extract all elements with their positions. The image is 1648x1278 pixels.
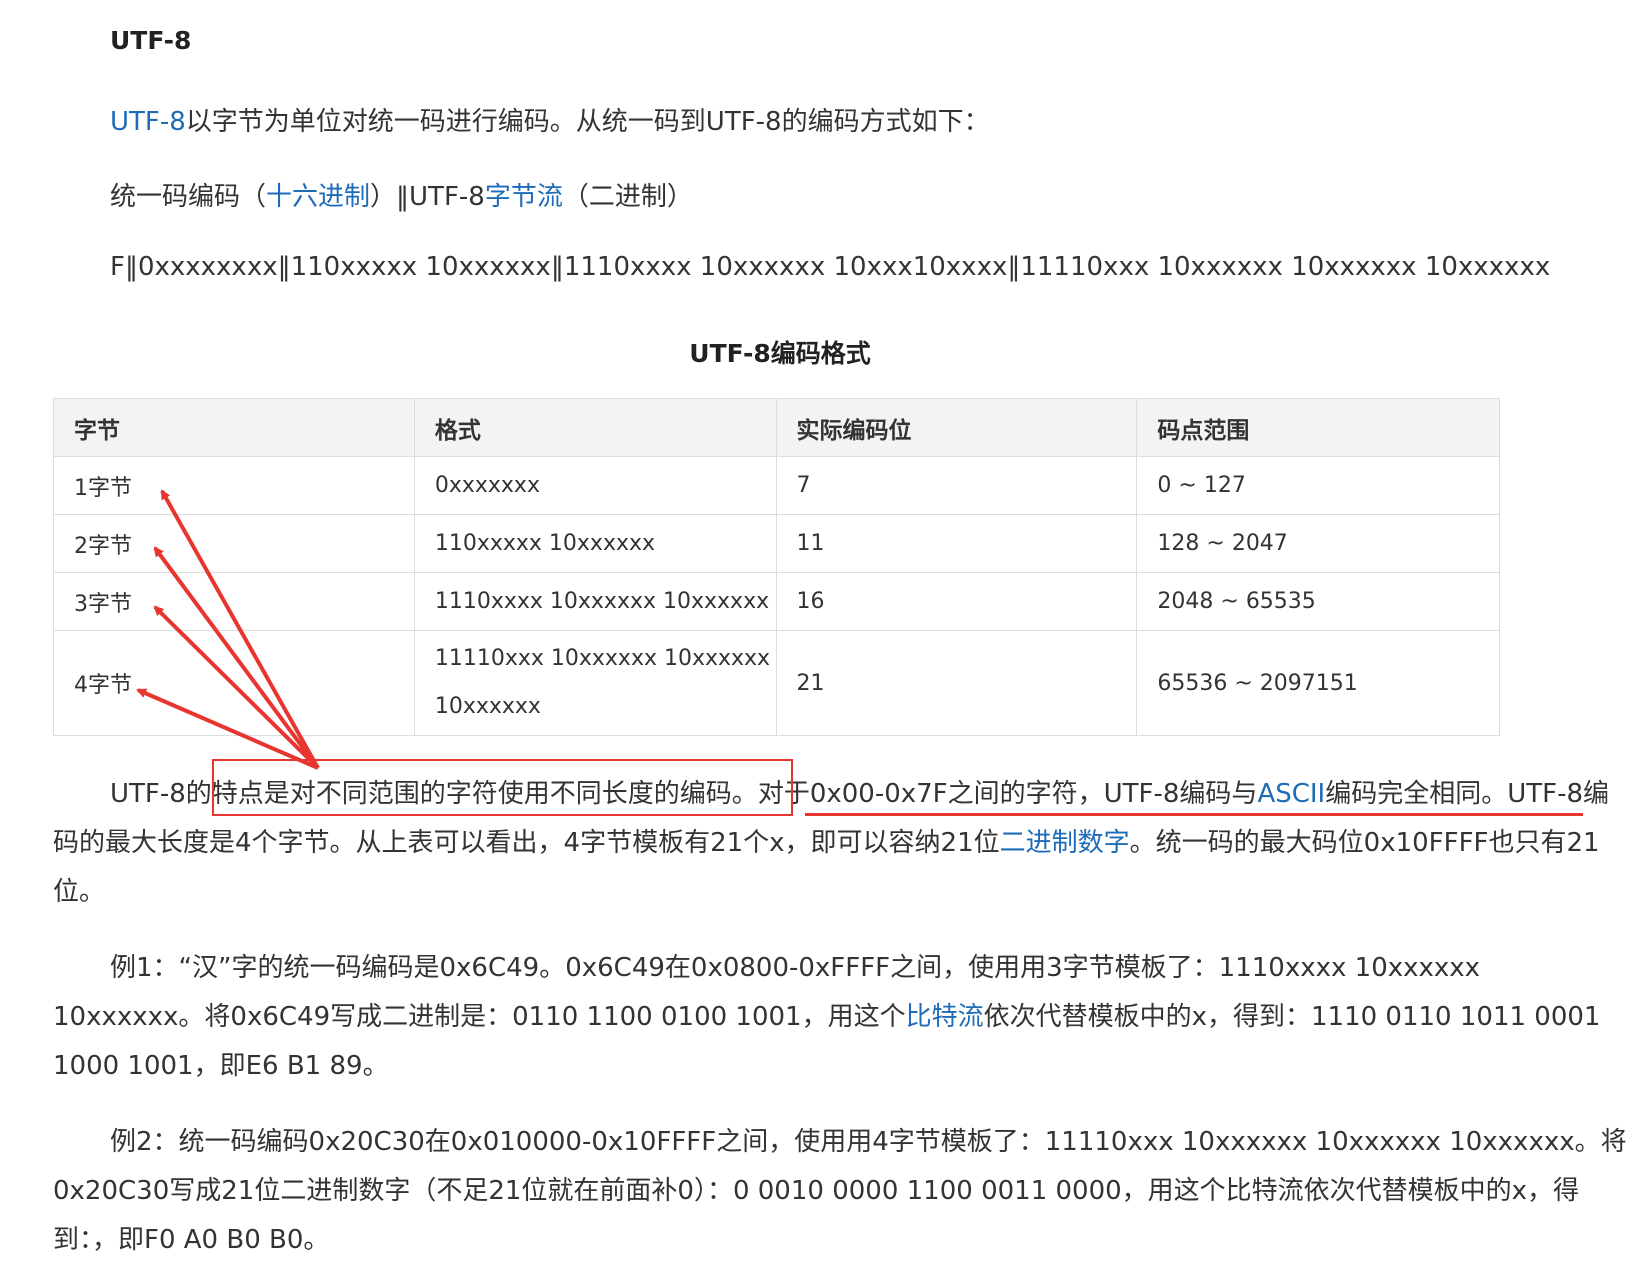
header-range: 码点范围 xyxy=(1136,398,1500,457)
ascii-link[interactable]: ASCII xyxy=(1257,779,1325,809)
cell-bits: 21 xyxy=(775,630,1138,736)
annotation-underline xyxy=(805,813,1583,816)
header-bytes: 字节 xyxy=(53,398,415,457)
legend-mid: ）‖UTF-8 xyxy=(370,182,485,212)
legend-paragraph: 统一码编码（十六进制）‖UTF-8字节流（二进制） xyxy=(110,176,693,213)
paragraph-example-1: 例1：“汉”字的统一码编码是0x6C49。0x6C49在0x0800-0xFFF… xyxy=(53,944,1633,1091)
table-caption: UTF-8编码格式 xyxy=(689,339,871,368)
cell-bytes: 2字节 xyxy=(53,514,415,573)
cell-bytes: 3字节 xyxy=(53,572,415,631)
intro-text: 以字节为单位对统一码进行编码。从统一码到UTF-8的编码方式如下： xyxy=(185,107,990,137)
section-heading: UTF-8 xyxy=(110,26,192,55)
para1-underlined-post: 编码完全相同。 xyxy=(1325,779,1508,809)
cell-format: 110xxxxx 10xxxxxx xyxy=(413,514,777,573)
cell-format: 1110xxxx 10xxxxxx 10xxxxxx xyxy=(413,572,777,631)
example2-text: 例2：统一码编码0x20C30在0x010000-0x10FFFF之间，使用用4… xyxy=(53,1127,1627,1255)
table-header-row: 字节 格式 实际编码位 码点范围 xyxy=(53,398,1500,457)
annotation-highlight-box xyxy=(212,759,793,816)
cell-bytes: 4字节 xyxy=(53,630,415,736)
binary-digits-link[interactable]: 二进制数字 xyxy=(1000,828,1130,858)
legend-pre: 统一码编码（ xyxy=(110,182,267,212)
cell-bits: 7 xyxy=(775,456,1138,515)
para1-underlined-text: 对于0x00-0x7F之间的字符，UTF-8编码与 xyxy=(757,779,1258,809)
bitstream-link[interactable]: 比特流 xyxy=(906,1002,984,1032)
header-bits: 实际编码位 xyxy=(775,398,1138,457)
utf8-format-table: 字节 格式 实际编码位 码点范围 1字节 0xxxxxxx 7 0 ~ 127 … xyxy=(53,398,1500,736)
cell-range: 65536 ~ 2097151 xyxy=(1136,630,1500,736)
paragraph-example-2: 例2：统一码编码0x20C30在0x010000-0x10FFFF之间，使用用4… xyxy=(53,1118,1633,1265)
para1-pre: UTF-8的 xyxy=(110,779,212,809)
header-format: 格式 xyxy=(413,398,777,457)
cell-format: 0xxxxxxx xyxy=(413,456,777,515)
cell-bits: 11 xyxy=(775,514,1138,573)
hex-link[interactable]: 十六进制 xyxy=(266,182,370,212)
cell-format: 11110xxx 10xxxxxx 10xxxxxx 10xxxxxx xyxy=(413,630,777,736)
intro-paragraph: UTF-8以字节为单位对统一码进行编码。从统一码到UTF-8的编码方式如下： xyxy=(110,101,990,138)
cell-range: 128 ~ 2047 xyxy=(1136,514,1500,573)
cell-range: 0 ~ 127 xyxy=(1136,456,1500,515)
cell-bytes: 1字节 xyxy=(53,456,415,515)
table-row: 4字节 11110xxx 10xxxxxx 10xxxxxx 10xxxxxx … xyxy=(53,630,1500,736)
table-row: 3字节 1110xxxx 10xxxxxx 10xxxxxx 16 2048 ~… xyxy=(53,572,1500,631)
cell-range: 2048 ~ 65535 xyxy=(1136,572,1500,631)
format-line: F‖0xxxxxxxx‖110xxxxx 10xxxxxx‖1110xxxx 1… xyxy=(110,252,1551,282)
legend-post: （二进制） xyxy=(562,182,693,212)
table-row: 2字节 110xxxxx 10xxxxxx 11 128 ~ 2047 xyxy=(53,514,1500,573)
byte-stream-link[interactable]: 字节流 xyxy=(485,182,563,212)
utf8-link[interactable]: UTF-8 xyxy=(110,107,186,137)
cell-bits: 16 xyxy=(775,572,1138,631)
table-row: 1字节 0xxxxxxx 7 0 ~ 127 xyxy=(53,456,1500,515)
